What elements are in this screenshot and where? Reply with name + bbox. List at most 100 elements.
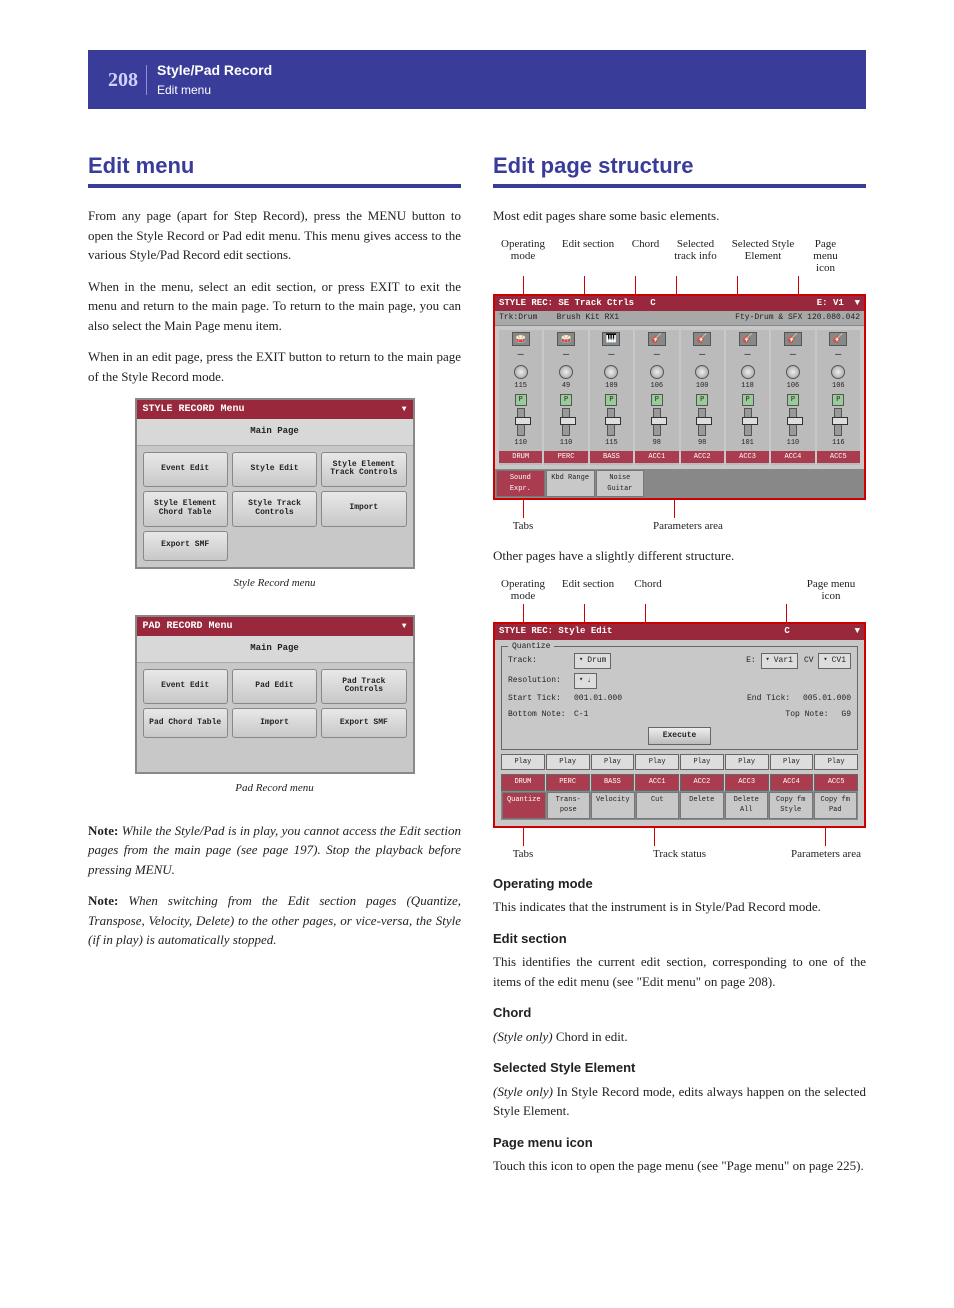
play-cell[interactable]: Play xyxy=(814,754,858,771)
track-name: BASS xyxy=(591,774,635,791)
play-cell[interactable]: Play xyxy=(725,754,769,771)
play-cell[interactable]: Play xyxy=(635,754,679,771)
mixer-track[interactable]: 🎸—106P110ACC4 xyxy=(771,330,814,465)
paragraph: Most edit pages share some basic element… xyxy=(493,206,866,226)
knob-value: 109 xyxy=(605,381,618,392)
tab[interactable]: Sound Expr. xyxy=(496,470,545,497)
knob-value: 100 xyxy=(696,381,709,392)
callout-label: Chord xyxy=(623,578,673,602)
expression-knob[interactable] xyxy=(831,365,845,379)
expression-knob[interactable] xyxy=(650,365,664,379)
tab[interactable]: Copy fm Style xyxy=(769,792,813,819)
knob-value: 115 xyxy=(514,381,527,392)
page-menu-icon[interactable]: ▼ xyxy=(402,404,407,416)
menu-btn-event-edit[interactable]: Event Edit xyxy=(143,669,228,705)
track-name: ACC5 xyxy=(817,451,860,464)
track-name: DRUM xyxy=(501,774,545,791)
play-cell[interactable]: Play xyxy=(501,754,545,771)
tab[interactable]: Cut xyxy=(636,792,680,819)
expression-knob[interactable] xyxy=(786,365,800,379)
track-name: DRUM xyxy=(499,451,542,464)
expression-knob[interactable] xyxy=(514,365,528,379)
field-label: Start Tick: xyxy=(508,693,568,705)
fader-value: 110 xyxy=(787,438,800,449)
menu-btn-event-edit[interactable]: Event Edit xyxy=(143,452,228,488)
menu-btn-import[interactable]: Import xyxy=(232,708,317,738)
volume-fader[interactable] xyxy=(517,408,525,436)
play-indicator[interactable]: P xyxy=(651,394,663,407)
play-indicator[interactable]: P xyxy=(696,394,708,407)
definition-heading: Chord xyxy=(493,1003,866,1023)
header-title: Style/Pad Record xyxy=(157,60,272,81)
menu-btn-se-track-controls[interactable]: Style Element Track Controls xyxy=(321,452,406,488)
callout-label: Page menu icon xyxy=(803,238,848,274)
knob-value: 49 xyxy=(562,381,570,392)
tab[interactable]: Kbd Range xyxy=(546,470,595,497)
resolution-dropdown[interactable]: ♩ xyxy=(574,673,597,689)
expression-knob[interactable] xyxy=(741,365,755,379)
tab[interactable]: Delete xyxy=(680,792,724,819)
expression-knob[interactable] xyxy=(695,365,709,379)
volume-fader[interactable] xyxy=(834,408,842,436)
menu-btn-export-smf[interactable]: Export SMF xyxy=(143,531,228,561)
cv-dropdown[interactable]: CV1 xyxy=(818,653,851,669)
menu-btn-export-smf[interactable]: Export SMF xyxy=(321,708,406,738)
menu-btn-style-track-controls[interactable]: Style Track Controls xyxy=(232,491,317,527)
end-tick-value[interactable]: 005.01.000 xyxy=(803,693,851,705)
mixer-track[interactable]: 🎸—118P101ACC3 xyxy=(726,330,769,465)
play-cell[interactable]: Play xyxy=(546,754,590,771)
volume-fader[interactable] xyxy=(789,408,797,436)
e-dropdown[interactable]: Var1 xyxy=(761,653,798,669)
fader-value: 110 xyxy=(560,438,573,449)
tab[interactable]: Trans-pose xyxy=(547,792,591,819)
play-indicator[interactable]: P xyxy=(515,394,527,407)
tab[interactable]: Delete All xyxy=(725,792,769,819)
instrument-icon: 🎸 xyxy=(693,332,711,346)
top-note-value[interactable]: G9 xyxy=(841,709,851,721)
track-dropdown[interactable]: Drum xyxy=(574,653,611,669)
play-cell[interactable]: Play xyxy=(770,754,814,771)
mixer-track[interactable]: 🎸—100P98ACC2 xyxy=(681,330,724,465)
menu-btn-pad-track-controls[interactable]: Pad Track Controls xyxy=(321,669,406,705)
page-menu-icon[interactable]: ▼ xyxy=(402,621,407,633)
menu-btn-style-edit[interactable]: Style Edit xyxy=(232,452,317,488)
volume-fader[interactable] xyxy=(562,408,570,436)
paragraph: When in the menu, select an edit section… xyxy=(88,277,461,336)
play-cell[interactable]: Play xyxy=(591,754,635,771)
mixer-track[interactable]: 🎸—106P98ACC1 xyxy=(635,330,678,465)
mixer-track[interactable]: 🎸—106P116ACC5 xyxy=(817,330,860,465)
menu-btn-pad-edit[interactable]: Pad Edit xyxy=(232,669,317,705)
volume-fader[interactable] xyxy=(607,408,615,436)
mixer-track[interactable]: 🎹—109P115BASS xyxy=(590,330,633,465)
play-indicator[interactable]: P xyxy=(742,394,754,407)
definition-text: This indicates that the instrument is in… xyxy=(493,897,866,917)
menu-btn-pad-chord-table[interactable]: Pad Chord Table xyxy=(143,708,228,738)
volume-fader[interactable] xyxy=(744,408,752,436)
expression-knob[interactable] xyxy=(604,365,618,379)
start-tick-value[interactable]: 001.01.000 xyxy=(574,693,622,705)
bottom-note-value[interactable]: C-1 xyxy=(574,709,588,721)
play-indicator[interactable]: P xyxy=(605,394,617,407)
expression-knob[interactable] xyxy=(559,365,573,379)
screenshot-style-edit: STYLE REC: Style Edit C ▼ Quantize Track… xyxy=(493,622,866,828)
play-indicator[interactable]: P xyxy=(560,394,572,407)
menu-btn-se-chord-table[interactable]: Style Element Chord Table xyxy=(143,491,228,527)
volume-fader[interactable] xyxy=(698,408,706,436)
play-indicator[interactable]: P xyxy=(832,394,844,407)
mixer-track[interactable]: 🥁—115P110DRUM xyxy=(499,330,542,465)
tab[interactable]: Velocity xyxy=(591,792,635,819)
paragraph: Other pages have a slightly different st… xyxy=(493,546,866,566)
main-page-item[interactable]: Main Page xyxy=(137,636,413,663)
play-cell[interactable]: Play xyxy=(680,754,724,771)
main-page-item[interactable]: Main Page xyxy=(137,419,413,446)
tab[interactable]: Quantize xyxy=(502,792,546,819)
tab[interactable]: Copy fm Pad xyxy=(814,792,858,819)
mixer-track[interactable]: 🥁—49P110PERC xyxy=(544,330,587,465)
menu-btn-import[interactable]: Import xyxy=(321,491,406,527)
execute-button[interactable]: Execute xyxy=(648,727,712,745)
menu-title: STYLE RECORD Menu xyxy=(143,402,245,417)
tab[interactable]: Noise Guitar xyxy=(596,470,645,497)
volume-fader[interactable] xyxy=(653,408,661,436)
play-indicator[interactable]: P xyxy=(787,394,799,407)
callout-label: Edit section xyxy=(553,578,623,602)
